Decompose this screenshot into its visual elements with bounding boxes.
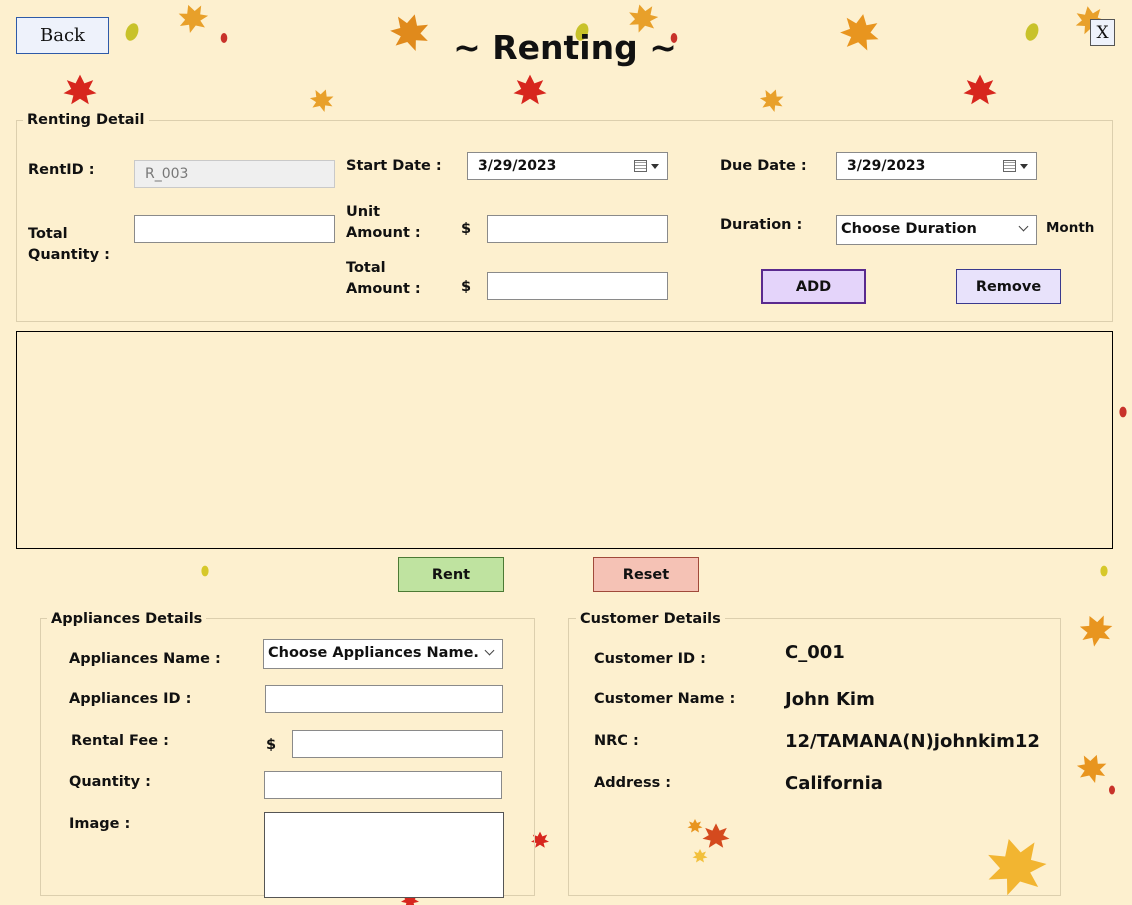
unit-amount-field[interactable] [487,215,668,243]
back-button-label: Back [40,25,85,46]
appliances-details-title: Appliances Details [47,610,207,628]
due-date-label: Due Date : [720,158,807,174]
rent-button[interactable]: Rent [398,557,504,592]
reset-button[interactable]: Reset [593,557,699,592]
rental-fee-label: Rental Fee : [71,733,169,749]
chevron-down-icon[interactable] [484,645,495,656]
quantity-label: Quantity : [69,774,151,790]
quantity-field[interactable] [264,771,502,799]
add-button-label: ADD [795,278,832,295]
address-label: Address : [594,775,672,791]
appliances-name-select[interactable]: Choose Appliances Name. [263,639,503,669]
duration-select-value: Choose Duration [841,221,977,237]
rent-id-label: RentID : [28,162,95,178]
reset-button-label: Reset [622,566,670,583]
address-value: California [785,773,883,794]
start-date-value: 3/29/2023 [478,158,557,174]
close-button[interactable]: X [1090,19,1115,46]
start-date-label: Start Date : [346,158,442,174]
customer-id-label: Customer ID : [594,651,706,667]
nrc-label: NRC : [594,733,639,749]
calendar-icon[interactable] [634,160,647,172]
add-button[interactable]: ADD [761,269,866,304]
rental-fee-field[interactable] [292,730,503,758]
appliance-image-box [264,812,504,898]
duration-label: Duration : [720,217,803,233]
rent-button-label: Rent [431,566,471,583]
customer-details-title: Customer Details [576,610,725,628]
maple-leaf-icon [174,0,212,36]
customer-name-label: Customer Name : [594,691,736,707]
total-amount-field[interactable] [487,272,668,300]
start-date-picker[interactable]: 3/29/2023 [467,152,668,180]
duration-unit-label: Month [1046,220,1095,236]
appliances-name-label: Appliances Name : [69,651,221,667]
customer-name-value: John Kim [785,689,875,710]
close-icon: X [1096,22,1109,43]
caret-down-icon[interactable] [651,164,659,169]
calendar-icon[interactable] [1003,160,1016,172]
rent-id-field: R_003 [134,160,335,188]
chevron-down-icon[interactable] [1018,221,1029,232]
renting-detail-title: Renting Detail [23,111,149,129]
total-amount-currency: $ [461,279,472,295]
total-quantity-field[interactable] [134,215,335,243]
back-button[interactable]: Back [16,17,109,54]
remove-button[interactable]: Remove [956,269,1061,304]
total-quantity-label: Total Quantity : [28,226,110,263]
unit-amount-currency: $ [461,221,472,237]
page-title: ~ Renting ~ [453,28,677,67]
rental-fee-currency: $ [266,737,277,753]
remove-button-label: Remove [975,278,1042,295]
rental-items-grid[interactable] [16,331,1113,549]
total-amount-label: Total Amount : [346,260,421,297]
due-date-picker[interactable]: 3/29/2023 [836,152,1037,180]
appliances-id-label: Appliances ID : [69,691,192,707]
caret-down-icon[interactable] [1020,164,1028,169]
appliances-id-field[interactable] [265,685,503,713]
unit-amount-label: Unit Amount : [346,204,421,241]
image-label: Image : [69,816,131,832]
customer-id-value: C_001 [785,642,845,663]
duration-select[interactable]: Choose Duration [836,215,1037,245]
due-date-value: 3/29/2023 [847,158,926,174]
appliances-name-value: Choose Appliances Name. [268,645,479,661]
nrc-value: 12/TAMANA(N)johnkim12 [785,731,1040,752]
